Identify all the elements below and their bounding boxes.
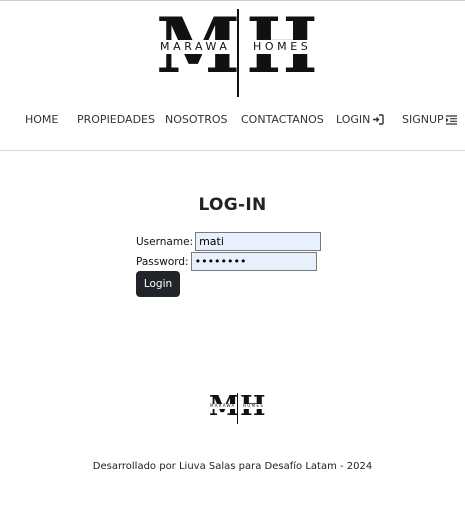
footer-logo-divider bbox=[237, 393, 238, 424]
nav-propiedades[interactable]: PROPIEDADES bbox=[77, 112, 155, 128]
footer-logo-word-marawa: MARAWA bbox=[210, 403, 236, 408]
login-icon bbox=[373, 114, 385, 125]
list-indent-icon bbox=[445, 115, 457, 125]
username-row: Username: bbox=[136, 232, 322, 252]
password-label: Password: bbox=[136, 256, 189, 268]
nav-home[interactable]: HOME bbox=[25, 112, 58, 128]
nav-signup-label: SIGNUP bbox=[402, 113, 444, 126]
nav-contactanos[interactable]: CONTACTANOS bbox=[241, 112, 324, 128]
nav-login[interactable]: LOGIN bbox=[336, 112, 385, 128]
password-field[interactable] bbox=[190, 252, 317, 271]
main-nav: HOME PROPIEDADES NOSOTROS CONTACTANOS LO… bbox=[0, 112, 465, 128]
username-field[interactable] bbox=[195, 232, 322, 251]
page-title: LOG-IN bbox=[198, 195, 267, 215]
nav-divider bbox=[0, 150, 465, 151]
logo-word-marawa: MARAWA bbox=[160, 40, 231, 53]
password-row: Password: bbox=[136, 252, 317, 272]
footer-logo: M H MARAWA HOMES bbox=[209, 393, 267, 424]
footer-credit: Desarrollado por Liuva Salas para Desafí… bbox=[92, 461, 373, 472]
nav-login-label: LOGIN bbox=[336, 113, 371, 126]
nav-signup[interactable]: SIGNUP bbox=[402, 112, 457, 128]
login-button[interactable]: Login bbox=[136, 271, 180, 297]
username-label: Username: bbox=[136, 236, 194, 248]
brand-logo[interactable]: M H MARAWA HOMES bbox=[156, 8, 322, 97]
nav-nosotros[interactable]: NOSOTROS bbox=[165, 112, 228, 128]
logo-word-homes: HOMES bbox=[253, 40, 312, 53]
footer-logo-word-homes: HOMES bbox=[243, 403, 265, 408]
logo-divider bbox=[237, 9, 239, 97]
